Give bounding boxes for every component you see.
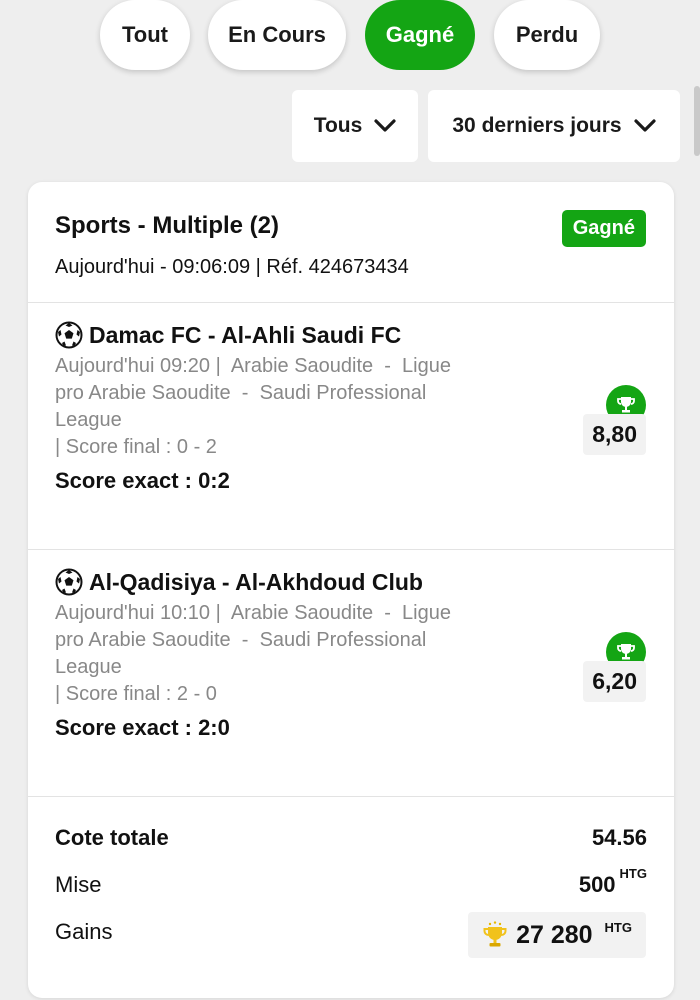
total-odds-label: Cote totale <box>55 825 169 850</box>
status-tabs: Tout En Cours Gagné Perdu <box>0 0 700 72</box>
match-country: Arabie Saoudite <box>230 602 374 624</box>
winnings-label: Gains <box>55 919 113 944</box>
match-title: Al-Qadisiya - Al-Akhdoud Club <box>55 568 423 596</box>
competition-text: pro Arabie Saoudite <box>55 629 231 651</box>
tab-en-cours[interactable]: En Cours <box>208 0 346 70</box>
bet-header: Sports - Multiple (2) Aujourd'hui - 09:0… <box>28 182 674 302</box>
match-name: Al-Qadisiya - Al-Akhdoud Club <box>89 568 423 595</box>
winnings-currency: HTG <box>604 919 632 935</box>
soccer-ball-icon <box>55 568 83 596</box>
match-name: Damac FC - Al-Ahli Saudi FC <box>89 321 402 348</box>
odds-value: 8,80 <box>583 414 646 455</box>
match-date: Aujourd'hui 09:20 | <box>55 355 221 377</box>
trophy-icon <box>483 921 507 947</box>
tab-gagne[interactable]: Gagné <box>365 0 475 70</box>
bet-card[interactable]: Sports - Multiple (2) Aujourd'hui - 09:0… <box>28 182 674 998</box>
stake-amount: 500 <box>578 872 616 897</box>
match-title: Damac FC - Al-Ahli Saudi FC <box>55 321 401 349</box>
type-filter-dropdown[interactable]: Tous <box>292 90 418 162</box>
status-badge: Gagné <box>561 210 646 247</box>
chevron-down-icon <box>374 119 396 132</box>
period-filter-label: 30 derniers jours <box>452 114 622 137</box>
final-score: | Score final : 2 - 0 <box>55 683 217 705</box>
selection-item: Al-Qadisiya - Al-Akhdoud Club Aujourd'hu… <box>28 550 674 796</box>
winnings-box: 27 280 HTG <box>468 912 646 958</box>
match-details: Aujourd'hui 10:10 | Arabie Saoudite - Li… <box>55 600 525 708</box>
winnings-amount: 27 280 <box>516 920 593 949</box>
selection-item: Damac FC - Al-Ahli Saudi FC Aujourd'hui … <box>28 303 674 549</box>
final-score: | Score final : 0 - 2 <box>55 436 217 458</box>
total-odds-value: 54.56 <box>591 825 647 850</box>
competition-text: League <box>55 656 122 678</box>
competition-text: Saudi Professional <box>259 629 427 651</box>
pick-label: Score exact : 0:2 <box>55 468 230 493</box>
match-details: Aujourd'hui 09:20 | Arabie Saoudite - Li… <box>55 353 525 461</box>
stake-currency: HTG <box>619 866 647 881</box>
bet-title: Sports - Multiple (2) <box>55 212 279 239</box>
competition-text: League <box>55 409 122 431</box>
type-filter-label: Tous <box>313 114 363 137</box>
stake-value: 500 HTG <box>578 866 647 898</box>
competition-text: Ligue <box>402 602 451 624</box>
soccer-ball-icon <box>55 321 83 349</box>
total-odds-row: Cote totale 54.56 <box>55 825 647 859</box>
stake-row: Mise 500 HTG <box>55 866 647 906</box>
divider <box>28 796 674 797</box>
tab-perdu[interactable]: Perdu <box>494 0 600 70</box>
competition-text: Saudi Professional <box>259 382 427 404</box>
scrollbar[interactable] <box>694 86 700 156</box>
bet-reference: Aujourd'hui - 09:06:09 | Réf. 424673434 <box>55 256 409 278</box>
competition-text: Ligue <box>402 355 451 377</box>
period-filter-dropdown[interactable]: 30 derniers jours <box>428 90 680 162</box>
chevron-down-icon <box>634 119 656 132</box>
tab-tout[interactable]: Tout <box>100 0 190 70</box>
competition-text: pro Arabie Saoudite <box>55 382 231 404</box>
match-date: Aujourd'hui 10:10 | <box>55 602 221 624</box>
pick-label: Score exact : 2:0 <box>55 715 230 740</box>
match-country: Arabie Saoudite <box>230 355 374 377</box>
stake-label: Mise <box>55 872 102 897</box>
odds-value: 6,20 <box>583 661 646 702</box>
